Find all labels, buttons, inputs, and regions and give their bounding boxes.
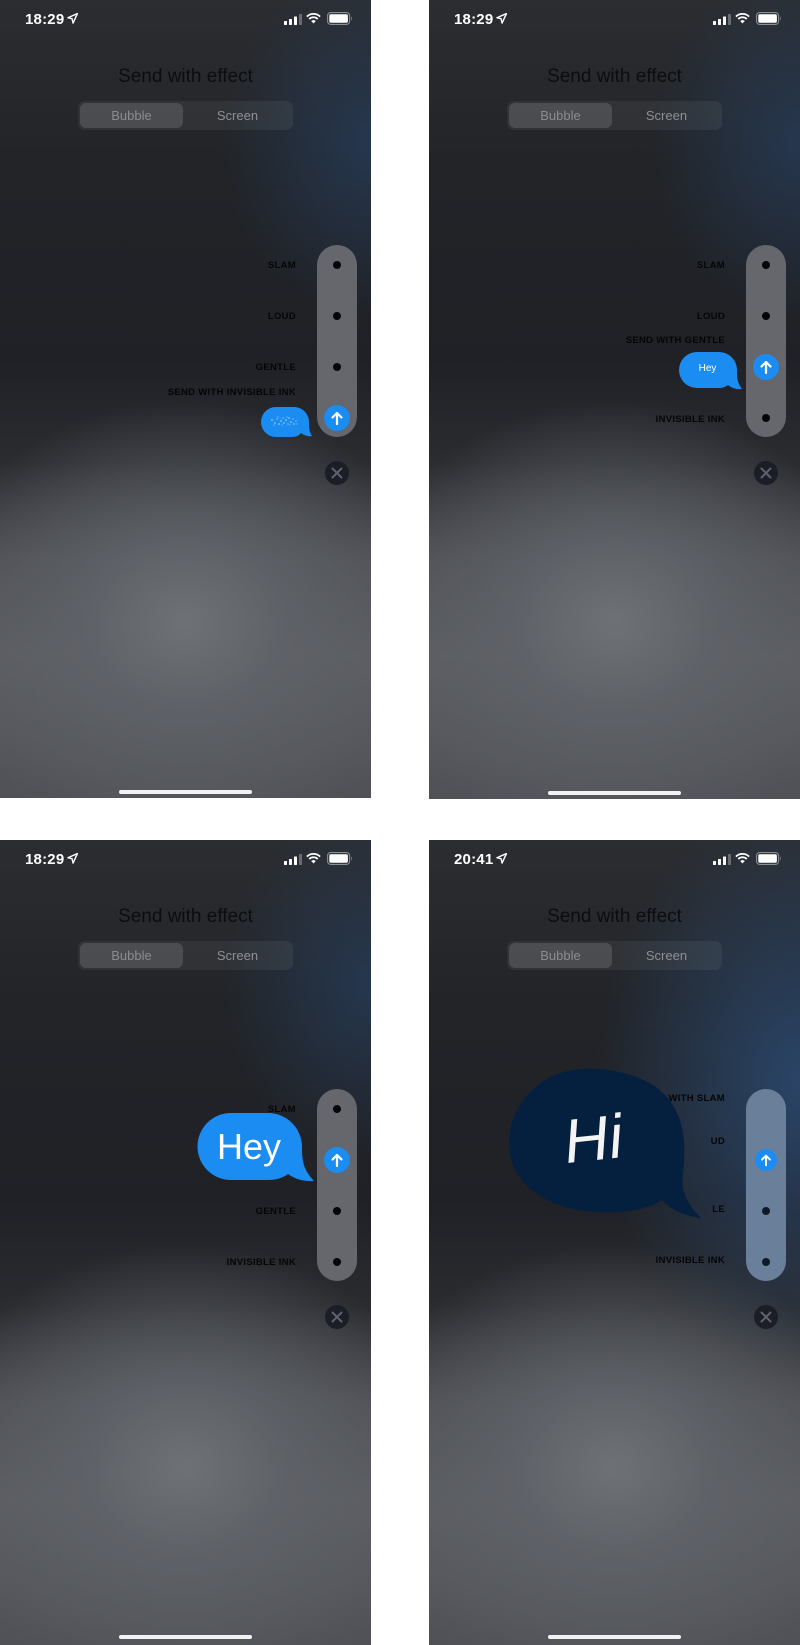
home-indicator[interactable] [119,790,252,794]
effect-label-gentle[interactable]: GENTLE [256,1206,296,1217]
effect-label-loud[interactable]: UD [711,1136,725,1147]
screen-loud: 18:29 Send with effect Bubble Screen SLA… [0,840,371,1645]
sheet-title: Send with effect [118,66,253,87]
tab-bubble[interactable]: Bubble [80,943,183,968]
effect-type-segmented-control: Bubble Screen [78,941,293,970]
effect-label-invisible-ink[interactable]: INVISIBLE INK [656,414,725,425]
close-button[interactable] [754,1305,778,1329]
effect-type-segmented-control: Bubble Screen [78,101,293,130]
effect-slot-slam[interactable] [333,1105,341,1113]
effect-label-loud[interactable]: LOUD [697,311,725,322]
effect-label-gentle[interactable]: LE [712,1204,725,1215]
screen-gentle: 18:29 Send with effect Bubble Screen SLA… [429,0,800,799]
effect-label-loud[interactable]: LOUD [268,311,296,322]
effect-slot-invisible-ink[interactable] [762,414,770,422]
effect-slot-gentle[interactable] [333,363,341,371]
effect-slot-loud[interactable] [762,312,770,320]
location-arrow-icon [67,853,78,864]
tab-screen[interactable]: Screen [615,103,718,128]
effect-label-gentle[interactable]: GENTLE [256,362,296,373]
message-bubble-slam: Hi [507,1064,703,1224]
sheet-title: Send with effect [547,906,682,927]
tab-screen[interactable]: Screen [186,103,289,128]
battery-icon [327,12,352,25]
tab-bubble[interactable]: Bubble [509,943,612,968]
effect-label-invisible-ink[interactable]: INVISIBLE INK [656,1255,725,1266]
close-icon [331,467,343,479]
cellular-signal-icon [284,854,302,865]
message-bubble-invisible-ink [261,407,312,437]
effect-label-slam[interactable]: SLAM [268,260,296,271]
effect-slot-gentle[interactable] [333,1207,341,1215]
close-icon [760,1311,772,1323]
effect-slot-invisible-ink[interactable] [333,1258,341,1266]
arrow-up-icon [331,1153,343,1168]
cellular-signal-icon [713,14,731,25]
location-arrow-icon [67,13,78,24]
arrow-up-icon [331,411,343,426]
tab-screen[interactable]: Screen [186,943,289,968]
home-indicator[interactable] [119,1635,252,1639]
wifi-icon [306,853,321,864]
arrow-up-icon [760,360,772,375]
send-button[interactable] [324,1147,350,1173]
message-text: Hey [216,1126,282,1167]
effect-slot-gentle[interactable] [762,1207,770,1215]
home-indicator[interactable] [548,791,681,795]
message-text: Hi [562,1101,626,1178]
status-time: 18:29 [454,11,494,28]
wifi-icon [306,13,321,24]
tab-screen[interactable]: Screen [615,943,718,968]
effect-label-slam[interactable]: SLAM [697,260,725,271]
effect-slot-slam[interactable] [762,261,770,269]
effect-type-segmented-control: Bubble Screen [507,101,722,130]
location-arrow-icon [496,853,507,864]
effect-slider-track[interactable] [746,1089,786,1281]
sheet-title: Send with effect [118,906,253,927]
screen-slam: 20:41 Send with effect Bubble Screen WIT… [429,840,800,1645]
close-button[interactable] [325,461,349,485]
screen-invisible-ink: 18:29 Send with effect Bubble Screen SLA… [0,0,371,798]
effect-slot-slam[interactable] [333,261,341,269]
tab-bubble[interactable]: Bubble [80,103,183,128]
status-time: 18:29 [25,11,65,28]
close-button[interactable] [325,1305,349,1329]
status-time: 20:41 [454,851,494,868]
message-bubble-loud: Hey [196,1111,316,1186]
effect-slot-loud[interactable] [333,312,341,320]
tab-bubble[interactable]: Bubble [509,103,612,128]
close-icon [331,1311,343,1323]
status-time: 18:29 [25,851,65,868]
close-icon [760,467,772,479]
close-button[interactable] [754,461,778,485]
message-text: Hey [698,363,717,374]
location-arrow-icon [496,13,507,24]
send-button[interactable] [324,405,350,431]
wifi-icon [735,853,750,864]
effect-slider-track[interactable] [317,245,357,437]
message-bubble: Hey [678,351,744,391]
effect-label-gentle[interactable]: SEND WITH GENTLE [626,335,725,346]
battery-icon [756,852,781,865]
sheet-title: Send with effect [547,66,682,87]
arrow-up-icon [761,1154,771,1167]
effect-slider-track[interactable] [746,245,786,437]
effect-slider-track[interactable] [317,1089,357,1281]
home-indicator[interactable] [548,1635,681,1639]
battery-icon [327,852,352,865]
effect-label-invisible-ink[interactable]: SEND WITH INVISIBLE INK [168,387,296,398]
battery-icon [756,12,781,25]
wifi-icon [735,13,750,24]
effect-type-segmented-control: Bubble Screen [507,941,722,970]
effect-label-invisible-ink[interactable]: INVISIBLE INK [227,1257,296,1268]
effect-slot-invisible-ink[interactable] [762,1258,770,1266]
cellular-signal-icon [284,14,302,25]
send-button[interactable] [755,1149,777,1171]
cellular-signal-icon [713,854,731,865]
send-button[interactable] [753,354,779,380]
